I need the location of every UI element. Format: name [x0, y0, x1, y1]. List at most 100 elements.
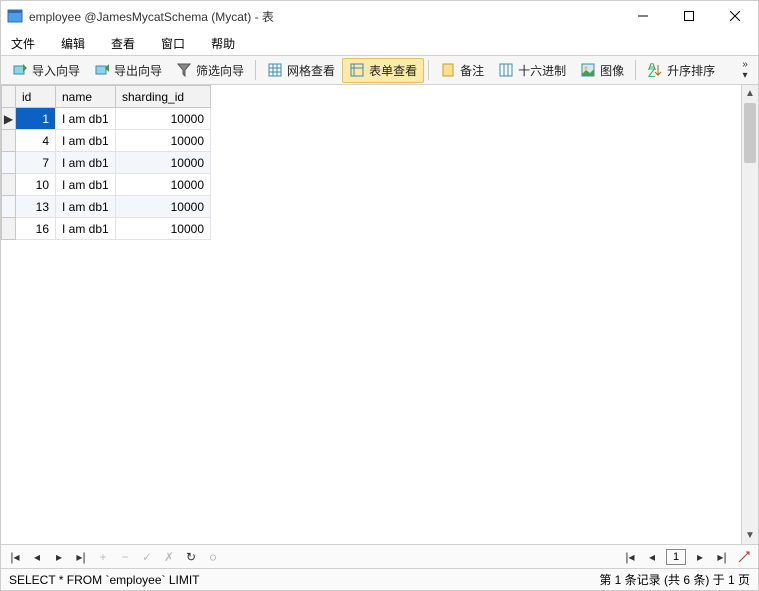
- row-indicator[interactable]: [2, 218, 16, 240]
- grid-icon: [267, 62, 283, 78]
- row-indicator[interactable]: [2, 174, 16, 196]
- scroll-down-arrow[interactable]: ▼: [742, 527, 758, 544]
- nav-last-button[interactable]: ▸|: [73, 549, 89, 565]
- table-row[interactable]: 16I am db110000: [2, 218, 211, 240]
- cell-name[interactable]: I am db1: [56, 196, 116, 218]
- cell-sharding[interactable]: 10000: [116, 196, 211, 218]
- table-row[interactable]: 10I am db110000: [2, 174, 211, 196]
- page-number-input[interactable]: 1: [666, 549, 686, 565]
- cell-sharding[interactable]: 10000: [116, 152, 211, 174]
- minimize-button[interactable]: [620, 1, 666, 31]
- filter-wizard-button[interactable]: 筛选向导: [169, 58, 251, 83]
- page-settings-button[interactable]: [736, 549, 752, 565]
- column-header-sharding[interactable]: sharding_id: [116, 86, 211, 108]
- status-bar: SELECT * FROM `employee` LIMIT 第 1 条记录 (…: [1, 568, 758, 590]
- filter-label: 筛选向导: [196, 62, 244, 79]
- app-icon: [7, 8, 23, 24]
- nav-cancel-button[interactable]: ✗: [161, 549, 177, 565]
- cell-name[interactable]: I am db1: [56, 152, 116, 174]
- column-header-name[interactable]: name: [56, 86, 116, 108]
- nav-stop-button[interactable]: ◌: [205, 549, 221, 565]
- window-title: employee @JamesMycatSchema (Mycat) - 表: [29, 8, 620, 25]
- toolbar-separator: [428, 60, 429, 80]
- record-nav-bar: |◂ ◂ ▸ ▸| + − ✓ ✗ ↻ ◌ |◂ ◂ 1 ▸ ▸|: [1, 544, 758, 568]
- table-row[interactable]: 4I am db110000: [2, 130, 211, 152]
- cell-id[interactable]: 13: [16, 196, 56, 218]
- form-icon: [349, 62, 365, 78]
- page-next-button[interactable]: ▸: [692, 549, 708, 565]
- maximize-button[interactable]: [666, 1, 712, 31]
- page-last-button[interactable]: ▸|: [714, 549, 730, 565]
- menu-window[interactable]: 窗口: [157, 33, 189, 54]
- filter-icon: [176, 62, 192, 78]
- menu-help[interactable]: 帮助: [207, 33, 239, 54]
- title-bar: employee @JamesMycatSchema (Mycat) - 表: [1, 1, 758, 31]
- row-indicator[interactable]: [2, 196, 16, 218]
- row-indicator[interactable]: ▶: [2, 108, 16, 130]
- hex-button[interactable]: 十六进制: [491, 58, 573, 83]
- cell-sharding[interactable]: 10000: [116, 174, 211, 196]
- import-icon: [12, 62, 28, 78]
- sort-icon: AZ: [647, 62, 663, 78]
- toolbar: 导入向导 导出向导 筛选向导 网格查看 表单查看 备注 十六进制 图像 AZ 升…: [1, 55, 758, 85]
- table-row[interactable]: 13I am db110000: [2, 196, 211, 218]
- status-query: SELECT * FROM `employee` LIMIT: [9, 573, 599, 587]
- cell-sharding[interactable]: 10000: [116, 130, 211, 152]
- sort-label: 升序排序: [667, 62, 715, 79]
- scroll-up-arrow[interactable]: ▲: [742, 85, 758, 102]
- grid-view-button[interactable]: 网格查看: [260, 58, 342, 83]
- gridview-label: 网格查看: [287, 62, 335, 79]
- table-row[interactable]: 7I am db110000: [2, 152, 211, 174]
- cell-name[interactable]: I am db1: [56, 174, 116, 196]
- row-indicator[interactable]: [2, 152, 16, 174]
- toolbar-separator: [635, 60, 636, 80]
- cell-id[interactable]: 16: [16, 218, 56, 240]
- hex-label: 十六进制: [518, 62, 566, 79]
- nav-delete-button[interactable]: −: [117, 549, 133, 565]
- import-wizard-button[interactable]: 导入向导: [5, 58, 87, 83]
- image-label: 图像: [600, 62, 624, 79]
- cell-id[interactable]: 10: [16, 174, 56, 196]
- nav-refresh-button[interactable]: ↻: [183, 549, 199, 565]
- form-view-button[interactable]: 表单查看: [342, 58, 424, 83]
- page-first-button[interactable]: |◂: [622, 549, 638, 565]
- image-button[interactable]: 图像: [573, 58, 631, 83]
- cell-sharding[interactable]: 10000: [116, 218, 211, 240]
- nav-next-button[interactable]: ▸: [51, 549, 67, 565]
- memo-button[interactable]: 备注: [433, 58, 491, 83]
- formview-label: 表单查看: [369, 62, 417, 79]
- nav-first-button[interactable]: |◂: [7, 549, 23, 565]
- nav-prev-button[interactable]: ◂: [29, 549, 45, 565]
- row-header-corner[interactable]: [2, 86, 16, 108]
- svg-text:Z: Z: [648, 66, 655, 77]
- cell-id[interactable]: 7: [16, 152, 56, 174]
- memo-icon: [440, 62, 456, 78]
- column-header-id[interactable]: id: [16, 86, 56, 108]
- table-row[interactable]: ▶1I am db110000: [2, 108, 211, 130]
- menu-view[interactable]: 查看: [107, 33, 139, 54]
- toolbar-overflow-button[interactable]: »▾: [736, 59, 754, 81]
- nav-commit-button[interactable]: ✓: [139, 549, 155, 565]
- menu-file[interactable]: 文件: [7, 33, 39, 54]
- row-indicator[interactable]: [2, 130, 16, 152]
- data-grid-area: id name sharding_id ▶1I am db1100004I am…: [1, 85, 758, 544]
- cell-name[interactable]: I am db1: [56, 218, 116, 240]
- nav-add-button[interactable]: +: [95, 549, 111, 565]
- sort-asc-button[interactable]: AZ 升序排序: [640, 58, 722, 83]
- vertical-scrollbar[interactable]: ▲ ▼: [741, 85, 758, 544]
- memo-label: 备注: [460, 62, 484, 79]
- cell-sharding[interactable]: 10000: [116, 108, 211, 130]
- cell-id[interactable]: 1: [16, 108, 56, 130]
- close-button[interactable]: [712, 1, 758, 31]
- page-prev-button[interactable]: ◂: [644, 549, 660, 565]
- export-wizard-button[interactable]: 导出向导: [87, 58, 169, 83]
- data-grid[interactable]: id name sharding_id ▶1I am db1100004I am…: [1, 85, 741, 544]
- image-icon: [580, 62, 596, 78]
- menu-edit[interactable]: 编辑: [57, 33, 89, 54]
- cell-id[interactable]: 4: [16, 130, 56, 152]
- cell-name[interactable]: I am db1: [56, 130, 116, 152]
- scroll-thumb[interactable]: [744, 103, 756, 163]
- hex-icon: [498, 62, 514, 78]
- cell-name[interactable]: I am db1: [56, 108, 116, 130]
- toolbar-separator: [255, 60, 256, 80]
